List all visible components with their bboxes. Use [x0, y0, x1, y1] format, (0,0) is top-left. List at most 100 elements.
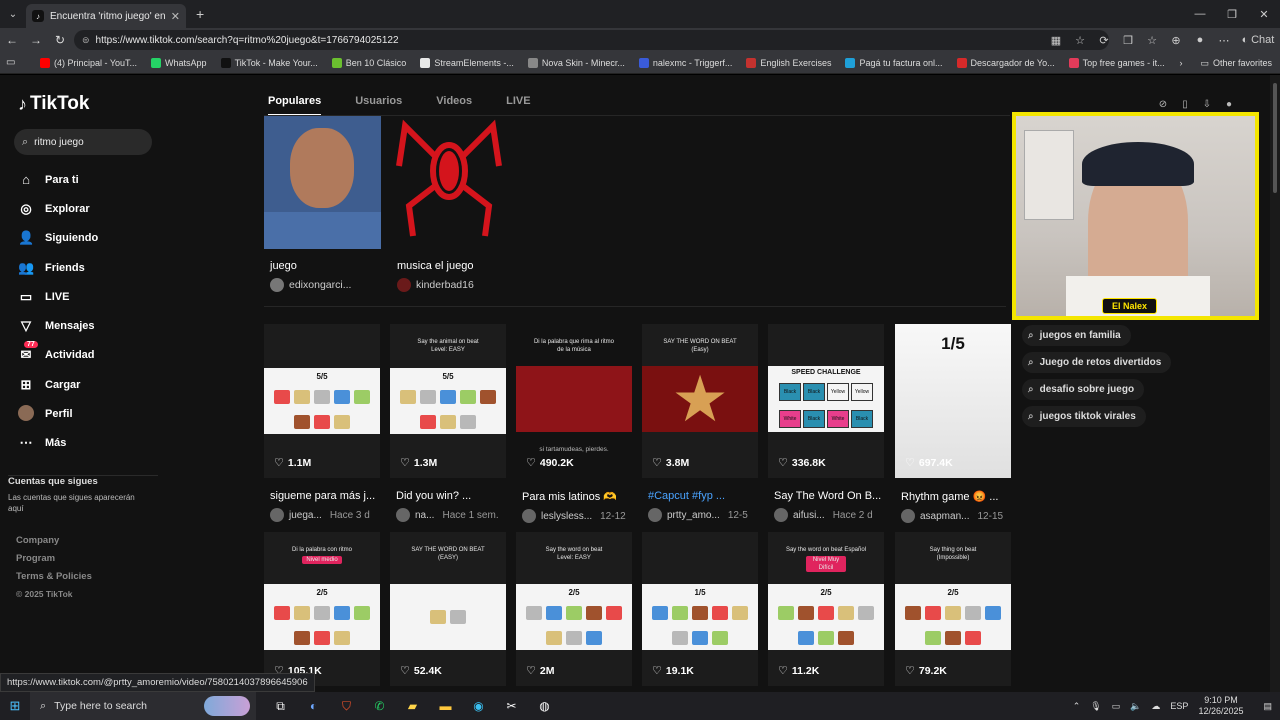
split-screen-icon[interactable]: ❒	[1116, 34, 1140, 47]
language-indicator[interactable]: ESP	[1170, 701, 1188, 711]
sidebar-item-mensajes[interactable]: ▽ Mensajes	[18, 311, 98, 340]
sidebar-item-actividad[interactable]: ✉ 77 Actividad	[18, 341, 98, 370]
compass-icon[interactable]: ⊘	[1152, 99, 1174, 110]
tiktok-logo[interactable]: ♪ TikTok	[18, 93, 89, 115]
bookmark-item[interactable]: WhatsApp	[151, 57, 207, 68]
tab-videos[interactable]: Videos	[436, 95, 472, 116]
profile-avatar-icon[interactable]: ●	[1188, 34, 1212, 46]
avatar[interactable]	[648, 508, 662, 522]
video-author[interactable]: asapman...	[920, 511, 969, 522]
footer-link[interactable]: Program	[16, 553, 92, 571]
avatar[interactable]	[774, 508, 788, 522]
new-tab-icon[interactable]: +	[196, 6, 204, 22]
search-input[interactable]: ⌕ ritmo juego	[14, 129, 152, 155]
windows-start-icon[interactable]: ⊞	[0, 698, 30, 714]
minimize-icon[interactable]: —	[1184, 8, 1216, 20]
related-search-pill[interactable]: ⌕ Juego de retos divertidos	[1022, 352, 1172, 373]
video-author[interactable]: na...	[415, 510, 434, 521]
task-view-icon[interactable]: ⧉	[264, 699, 297, 714]
avatar[interactable]	[396, 508, 410, 522]
tab-usuarios[interactable]: Usuarios	[355, 95, 402, 116]
close-tab-icon[interactable]: ✕	[171, 10, 180, 23]
avatar[interactable]	[270, 508, 284, 522]
clock[interactable]: 9:10 PM 12/26/2025	[1198, 695, 1243, 717]
sidebar-item-friends[interactable]: 👥 Friends	[18, 253, 98, 282]
video-card[interactable]: Say the word on beat Español Nivel Muy Di…	[768, 532, 884, 686]
account-card[interactable]: musica el juego kinderbad16	[391, 116, 508, 292]
sidebar-toggle-icon[interactable]: ▭	[6, 57, 30, 68]
file-explorer-icon[interactable]: ▬	[429, 699, 462, 714]
video-card[interactable]: 1/5 ♡ 697.4K Rhythm game 😡 ... asapman... 12-…	[895, 324, 1011, 523]
tab-live[interactable]: LIVE	[506, 95, 530, 116]
video-card[interactable]: Di la palabra con ritmo Nivel medio 2/5 ♡ 10…	[264, 532, 380, 686]
video-card[interactable]: Say the animal on beat Level: EASY 5/5 ♡ 1.…	[390, 324, 506, 522]
obs-icon[interactable]: ◍	[528, 699, 561, 714]
bookmark-item[interactable]: Nova Skin - Minecr...	[527, 57, 625, 68]
microphone-icon[interactable]: 🎙	[1090, 701, 1101, 712]
reload-icon[interactable]: ↻	[48, 33, 72, 47]
copilot-chat-button[interactable]: ◐ Chat	[1236, 34, 1280, 46]
url-field[interactable]: ⊜ https://www.tiktok.com/search?q=ritmo%…	[74, 30, 1109, 50]
download-icon[interactable]: ⇩	[1196, 99, 1218, 110]
sidebar-item-perfil[interactable]: Perfil	[18, 399, 98, 428]
copilot-app-icon[interactable]: ◐	[297, 699, 330, 714]
footer-link[interactable]: Company	[16, 535, 92, 553]
video-card[interactable]: SAY THE WORD ON BEAT (EASY) ♡ 52.4K	[390, 532, 506, 686]
close-window-icon[interactable]: ✕	[1248, 8, 1280, 21]
video-author[interactable]: leslysless...	[541, 511, 592, 522]
video-card[interactable]: Say the word on beat Level: EASY 2/5 ♡ 2M	[516, 532, 632, 686]
bookmark-item[interactable]: English Exercises	[746, 57, 831, 68]
site-info-icon[interactable]: ⊜	[82, 35, 90, 46]
bookmark-item[interactable]: nalexmc - Triggerf...	[638, 57, 732, 68]
bookmark-item[interactable]: TikTok - Make Your...	[220, 57, 318, 68]
related-search-pill[interactable]: ⌕ juegos tiktok virales	[1022, 406, 1146, 427]
more-bookmarks-chevron-icon[interactable]: ›	[1179, 58, 1182, 68]
back-icon[interactable]: ←	[0, 33, 24, 47]
bookmark-item[interactable]: Top free games - it...	[1068, 57, 1165, 68]
taskbar-search-input[interactable]: ⌕ Type here to search	[30, 692, 256, 720]
bookmark-item[interactable]: Pagá tu factura onl...	[845, 57, 943, 68]
video-author[interactable]: aifusi...	[793, 510, 825, 521]
browser-tab[interactable]: ♪ Encuentra 'ritmo juego' en TikTok ✕	[26, 4, 186, 28]
forward-icon[interactable]: →	[24, 33, 48, 47]
restore-icon[interactable]: ❐	[1216, 8, 1248, 21]
collections-icon[interactable]: ⊕	[1164, 34, 1188, 47]
related-search-pill[interactable]: ⌕ desafio sobre juego	[1022, 379, 1145, 400]
favorites-icon[interactable]: ☆	[1140, 34, 1164, 47]
volume-icon[interactable]: 🔈	[1130, 701, 1141, 712]
video-card[interactable]: 5/5 ♡ 1.1M sigueme para más j... juega... Hac…	[264, 324, 380, 522]
other-favorites[interactable]: Other favorites	[1213, 58, 1272, 68]
page-scrollbar[interactable]	[1270, 75, 1280, 692]
scrollbar-thumb[interactable]	[1273, 83, 1277, 193]
footer-link[interactable]: Terms & Policies	[16, 571, 92, 589]
sidebar-item-live[interactable]: ▭ LIVE	[18, 282, 98, 311]
sidebar-item-para-ti[interactable]: ⌂ Para ti	[18, 165, 98, 194]
video-card[interactable]: SAY THE WORD ON BEAT (Easy) ★ ♡ 3.8M #Capcut…	[642, 324, 758, 522]
network-icon[interactable]: ▭	[1112, 701, 1121, 712]
tray-chevron-icon[interactable]: ⌃	[1073, 701, 1081, 712]
bookmark-item[interactable]: Descargador de Yo...	[956, 57, 1055, 68]
avatar[interactable]	[901, 509, 915, 523]
sidebar-item-explorar[interactable]: ◎ Explorar	[18, 194, 98, 223]
bookmark-icon[interactable]: ▯	[1174, 99, 1196, 110]
avatar[interactable]	[522, 509, 536, 523]
bookmark-item[interactable]: (4) Principal - YouT...	[40, 57, 137, 68]
sidebar-item-cargar[interactable]: ⊞ Cargar	[18, 370, 98, 399]
video-author[interactable]: prtty_amo...	[667, 510, 720, 521]
account-card[interactable]: juego edixongarci...	[264, 116, 381, 292]
bookmark-item[interactable]: Ben 10 Clásico	[331, 57, 406, 68]
video-card[interactable]: Di la palabra que rima al ritmo de la mú…	[516, 324, 632, 523]
sidebar-item-más[interactable]: ⋯ Más	[18, 429, 98, 458]
tab-list-chevron-icon[interactable]: ⌄	[0, 0, 26, 28]
bookmark-item[interactable]: StreamElements -...	[420, 57, 514, 68]
settings-more-icon[interactable]: ⋯	[1212, 34, 1236, 47]
video-card[interactable]: 1/5 ♡ 19.1K	[642, 532, 758, 686]
video-card[interactable]: Say thing on beat (Impossible) 2/5 ♡ 79.2K	[895, 532, 1011, 686]
whatsapp-icon[interactable]: ✆	[363, 699, 396, 714]
sidebar-item-siguiendo[interactable]: 👤 Siguiendo	[18, 224, 98, 253]
favorite-star-icon[interactable]: ☆	[1068, 34, 1092, 47]
sticky-notes-icon[interactable]: ▰	[396, 699, 429, 714]
notifications-icon[interactable]: ▤	[1263, 701, 1272, 712]
video-author[interactable]: juega...	[289, 510, 322, 521]
capcut-icon[interactable]: ✂	[495, 699, 528, 714]
